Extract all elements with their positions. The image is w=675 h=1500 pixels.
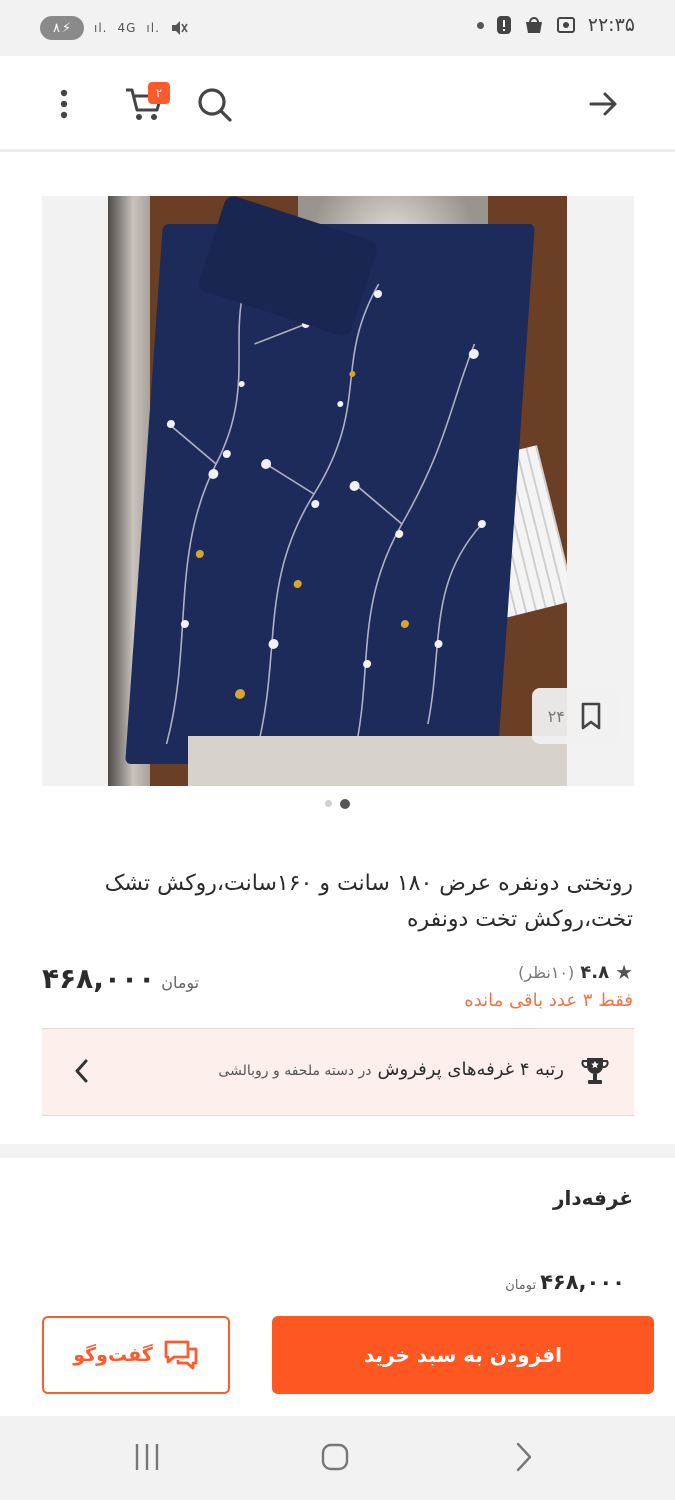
seller-price-currency: تومان bbox=[505, 1278, 537, 1293]
status-right: ۲۲:۳۵ bbox=[476, 14, 635, 36]
bestseller-rank-banner[interactable]: رتبه ۴ غرفه‌های پرفروش در دسته ملحفه و ر… bbox=[42, 1028, 634, 1116]
star-icon: ★ bbox=[615, 960, 633, 984]
rating-value: ۴.۸ bbox=[580, 961, 610, 983]
signal-icon-2: ıl. bbox=[146, 21, 160, 35]
rating-row[interactable]: ★ ۴.۸ (۱۰نظر) bbox=[518, 960, 633, 984]
rank-text: رتبه ۴ غرفه‌های پرفروش در دسته ملحفه و ر… bbox=[218, 1059, 564, 1080]
battery-level: ۸ bbox=[52, 20, 60, 36]
save-chip[interactable]: ۲۴ bbox=[532, 688, 618, 744]
seller-price: تومان ۴۶۸,۰۰۰ bbox=[505, 1270, 625, 1294]
cart-count-badge: ۲ bbox=[148, 82, 170, 104]
product-photo[interactable] bbox=[108, 196, 567, 786]
back-nav-icon[interactable] bbox=[512, 1440, 534, 1474]
battery-indicator: ۸ ⚡ bbox=[40, 16, 84, 40]
rank-main-text: رتبه ۴ غرفه‌های پرفروش bbox=[377, 1059, 564, 1080]
section-divider bbox=[0, 1144, 675, 1158]
add-to-cart-label: افزودن به سبد خرید bbox=[364, 1343, 562, 1367]
system-navigation-bar bbox=[0, 1416, 675, 1500]
home-icon[interactable] bbox=[320, 1440, 350, 1474]
search-button[interactable] bbox=[192, 82, 238, 128]
trophy-icon bbox=[581, 1058, 609, 1084]
footboard bbox=[188, 736, 567, 786]
arrow-right-icon bbox=[589, 92, 617, 116]
status-left: ۸ ⚡ ıl. 4G ıl. bbox=[40, 16, 188, 40]
search-icon bbox=[198, 88, 232, 122]
add-to-cart-button[interactable]: افزودن به سبد خرید bbox=[272, 1316, 654, 1394]
product-gallery[interactable]: ۲۴ bbox=[42, 196, 634, 786]
more-vertical-icon bbox=[60, 89, 68, 119]
cart-button[interactable]: ۲ bbox=[118, 82, 170, 126]
pagination-dot[interactable] bbox=[325, 800, 332, 807]
screenshot-icon bbox=[556, 17, 575, 33]
network-type: 4G bbox=[117, 21, 137, 35]
more-options-button[interactable] bbox=[48, 84, 80, 124]
top-app-bar: ۲ bbox=[0, 56, 675, 152]
recent-apps-icon[interactable] bbox=[132, 1440, 162, 1474]
chevron-left-icon bbox=[75, 1059, 88, 1083]
rating-count: (۱۰نظر) bbox=[518, 962, 575, 982]
battery-saver-icon: ⚡ bbox=[61, 20, 72, 36]
chat-button[interactable]: گفت‌وگو bbox=[42, 1316, 230, 1394]
clock: ۲۲:۳۵ bbox=[587, 14, 635, 36]
chat-icon bbox=[164, 1340, 198, 1370]
mute-icon bbox=[171, 21, 188, 35]
product-title: روتختی دونفره عرض ۱۸۰ سانت و ۱۶۰سانت،روک… bbox=[104, 871, 633, 932]
back-button[interactable] bbox=[586, 86, 622, 122]
price-value: ۴۶۸,۰۰۰ bbox=[42, 962, 156, 995]
stock-note: فقط ۳ عدد باقی مانده bbox=[464, 990, 633, 1011]
gallery-pagination bbox=[0, 799, 675, 809]
signal-icon: ıl. bbox=[94, 21, 108, 35]
status-bar: ۸ ⚡ ıl. 4G ıl. ۲۲:۳۵ bbox=[0, 0, 675, 56]
pagination-dot-active[interactable] bbox=[340, 799, 350, 809]
chat-label: گفت‌وگو bbox=[73, 1344, 153, 1366]
save-count: ۲۴ bbox=[547, 706, 565, 726]
notification-dot-icon bbox=[476, 21, 484, 29]
shopping-bag-icon bbox=[525, 17, 542, 33]
alert-icon bbox=[496, 16, 511, 34]
price-currency: تومان bbox=[161, 973, 200, 992]
seller-price-value: ۴۶۸,۰۰۰ bbox=[540, 1270, 625, 1294]
product-price: ۴۶۸,۰۰۰ تومان bbox=[42, 962, 199, 995]
seller-label: غرفه‌دار bbox=[553, 1186, 633, 1210]
rank-category-text: در دسته ملحفه و روبالشی bbox=[218, 1063, 372, 1079]
bookmark-icon bbox=[581, 702, 601, 730]
